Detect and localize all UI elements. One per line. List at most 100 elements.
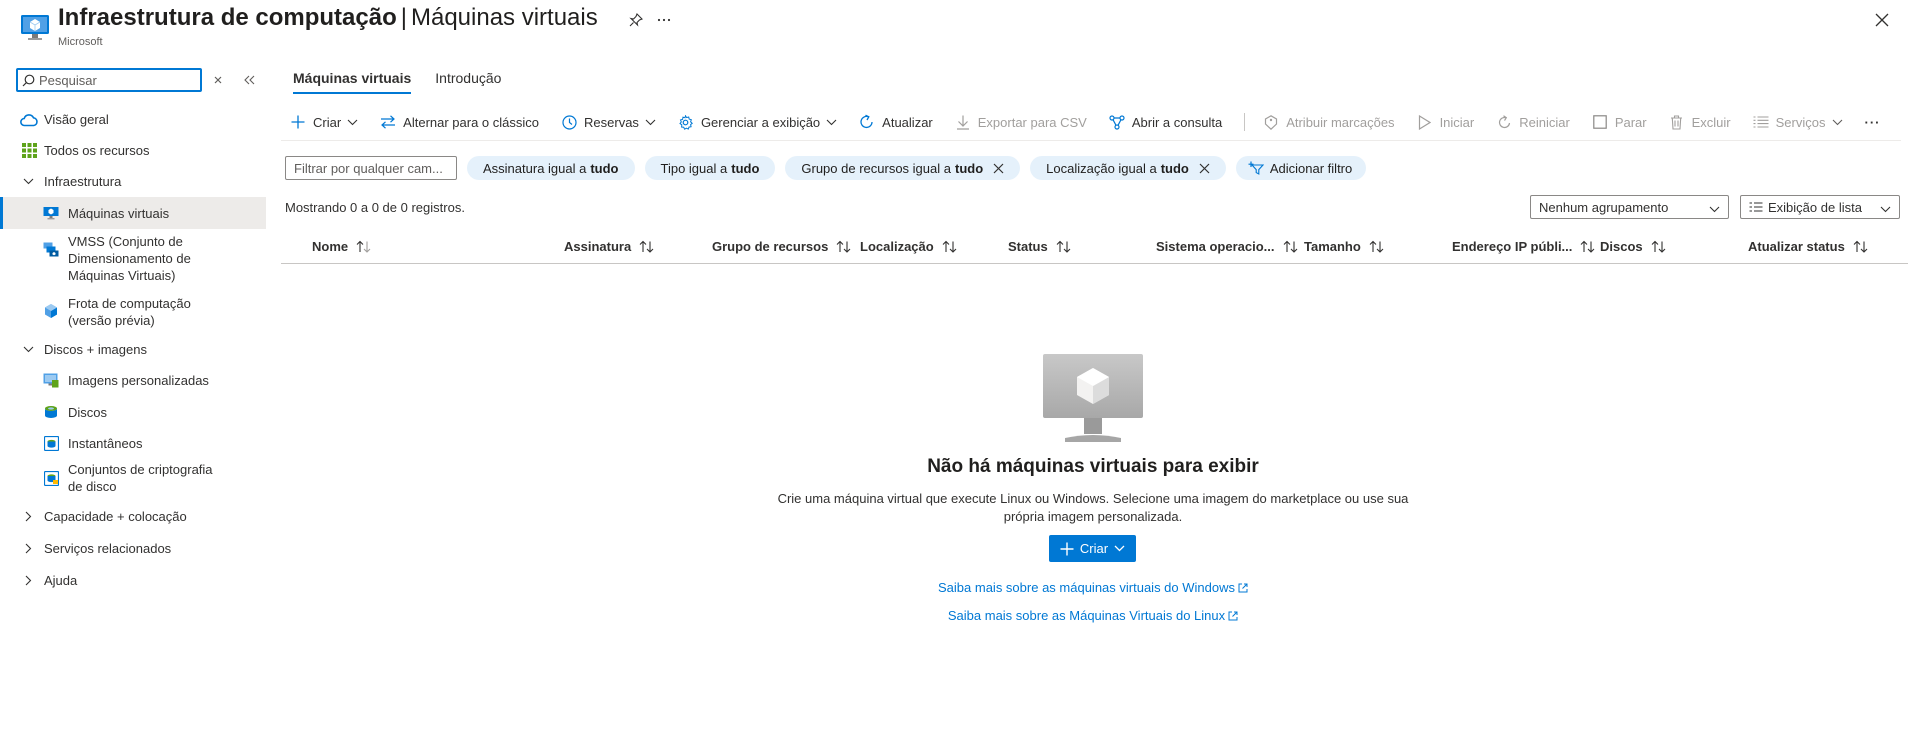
filter-pill-prefix: Assinatura igual a [483, 160, 587, 176]
start-label: Iniciar [1439, 114, 1475, 130]
start-button[interactable]: Iniciar [1417, 114, 1475, 130]
column-header-label: Discos [1600, 239, 1643, 254]
column-header-location[interactable]: Localização [860, 239, 957, 254]
menu-group-capacity-placement[interactable]: Capacidade + colocação [0, 500, 266, 532]
page-title-sub: Máquinas virtuais [410, 4, 598, 31]
vm-blade-icon [21, 15, 49, 40]
refresh-button[interactable]: Atualizar [859, 114, 933, 130]
toolbar-divider-line [281, 140, 1901, 141]
chevron-down-icon [347, 119, 358, 126]
reservations-menu-button[interactable]: Reservas [561, 114, 656, 130]
restart-button[interactable]: Reiniciar [1496, 114, 1570, 130]
menu-item-vmss[interactable]: VMSS (Conjunto de Dimensionamento de Máq… [0, 229, 266, 292]
column-header-label: Status [1008, 239, 1048, 254]
menu-group-related-services[interactable]: Serviços relacionados [0, 532, 266, 564]
learn-more-windows-link[interactable]: Saiba mais sobre as máquinas virtuais do… [0, 580, 1908, 596]
more-commands-button[interactable]: ··· [1865, 115, 1881, 130]
services-menu-button[interactable]: Serviços [1753, 114, 1843, 130]
chevron-down-icon [645, 119, 656, 126]
close-button[interactable] [1870, 8, 1894, 32]
menu-item-virtual-machines[interactable]: Máquinas virtuais [0, 197, 266, 229]
manage-view-label: Gerenciar a exibição [700, 114, 821, 130]
clear-search-button[interactable] [210, 72, 226, 88]
filter-pill-resource-group[interactable]: Grupo de recursos igual a tudo [785, 156, 1021, 180]
tab-introduction[interactable]: Introdução [435, 62, 501, 94]
export-csv-button[interactable]: Exportar para CSV [955, 114, 1087, 130]
gear-icon [678, 114, 694, 130]
services-label: Serviços [1775, 114, 1826, 130]
clear-icon [214, 76, 222, 84]
column-header-subscription[interactable]: Assinatura [564, 239, 654, 254]
menu-search-input[interactable] [39, 72, 189, 88]
menu-item-all-resources[interactable]: Todos os recursos [0, 135, 266, 166]
command-bar: Criar Alternar para o clássico Reservas … [290, 110, 1881, 134]
column-header-status[interactable]: Status [1008, 239, 1071, 254]
more-icon: ··· [1864, 114, 1881, 130]
menu-item-compute-fleet[interactable]: Frota de computação (versão prévia) [0, 292, 266, 334]
sort-icon [836, 240, 851, 253]
menu-group-label: Serviços relacionados [44, 540, 172, 556]
sort-icon [1283, 240, 1298, 253]
tab-virtual-machines[interactable]: Máquinas virtuais [293, 62, 412, 94]
empty-vm-illustration [1043, 354, 1143, 442]
delete-label: Excluir [1691, 114, 1731, 130]
create-menu-button[interactable]: Criar [290, 114, 358, 130]
switch-classic-button[interactable]: Alternar para o clássico [380, 114, 539, 130]
page-title-separator: | [400, 4, 407, 31]
collapse-menu-button[interactable] [240, 72, 258, 88]
restart-icon [1496, 114, 1512, 130]
stop-button[interactable]: Parar [1592, 114, 1647, 130]
view-mode-dropdown[interactable]: Exibição de lista [1740, 195, 1900, 219]
menu-item-overview[interactable]: Visão geral [0, 104, 266, 135]
menu-item-disks[interactable]: Discos [0, 396, 266, 428]
learn-more-linux-link[interactable]: Saiba mais sobre as Máquinas Virtuais do… [0, 608, 1908, 624]
snapshot-icon [42, 435, 60, 453]
column-header-public-ip[interactable]: Endereço IP públi... [1452, 239, 1595, 254]
open-query-button[interactable]: Abrir a consulta [1109, 114, 1222, 130]
download-icon [955, 114, 971, 130]
delete-button[interactable]: Excluir [1669, 114, 1731, 130]
add-filter-icon [1248, 161, 1264, 175]
grouping-value: Nenhum agrupamento [1539, 199, 1669, 215]
menu-item-label: VMSS (Conjunto de Dimensionamento de Máq… [68, 234, 191, 283]
plus-icon [1060, 542, 1074, 556]
filter-pill-type[interactable]: Tipo igual a tudo [644, 156, 776, 180]
sort-icon [1056, 240, 1071, 253]
menu-group-discos-imagens[interactable]: Discos + imagens [0, 334, 266, 365]
menu-item-custom-images[interactable]: Imagens personalizadas [0, 365, 266, 396]
empty-state-create-button[interactable]: Criar [1049, 535, 1136, 562]
grouping-dropdown[interactable]: Nenhum agrupamento [1530, 195, 1729, 219]
chevron-down-icon [22, 178, 34, 185]
remove-filter-icon[interactable] [993, 163, 1004, 174]
sort-icon [1580, 240, 1595, 253]
remove-filter-icon[interactable] [1199, 163, 1210, 174]
switch-arrows-icon [380, 114, 396, 130]
refresh-label: Atualizar [882, 114, 933, 130]
add-filter-button[interactable]: Adicionar filtro [1235, 156, 1367, 180]
assign-tags-button[interactable]: Atribuir marcações [1263, 114, 1395, 130]
filter-pill-subscription[interactable]: Assinatura igual a tudo [467, 156, 635, 180]
menu-group-infraestrutura[interactable]: Infraestrutura [0, 166, 266, 197]
column-header-name[interactable]: Nome [312, 239, 371, 254]
blade-header: Infraestrutura de computação | Máquinas vi… [0, 0, 1908, 56]
menu-item-snapshots[interactable]: Instantâneos [0, 428, 266, 459]
menu-item-label: Discos [68, 404, 108, 420]
external-link-icon [1228, 609, 1238, 624]
chevron-right-icon [22, 511, 34, 522]
column-header-os[interactable]: Sistema operacio... [1156, 239, 1298, 254]
filter-pill-location[interactable]: Localização igual a tudo [1030, 156, 1226, 180]
manage-view-menu-button[interactable]: Gerenciar a exibição [678, 114, 837, 130]
more-options-button[interactable] [652, 8, 676, 32]
menu-search-box[interactable] [16, 68, 202, 92]
column-header-resource-group[interactable]: Grupo de recursos [712, 239, 851, 254]
column-header-disks[interactable]: Discos [1600, 239, 1666, 254]
column-header-update-status[interactable]: Atualizar status [1748, 239, 1868, 254]
close-icon [1875, 13, 1889, 27]
reservations-label: Reservas [584, 114, 639, 130]
filter-input[interactable] [285, 156, 457, 180]
column-header-size[interactable]: Tamanho [1304, 239, 1384, 254]
menu-group-label: Infraestrutura [44, 174, 122, 189]
pin-button[interactable] [624, 8, 648, 32]
menu-item-label: Máquinas virtuais [68, 205, 170, 221]
double-chevron-left-icon [244, 75, 255, 85]
